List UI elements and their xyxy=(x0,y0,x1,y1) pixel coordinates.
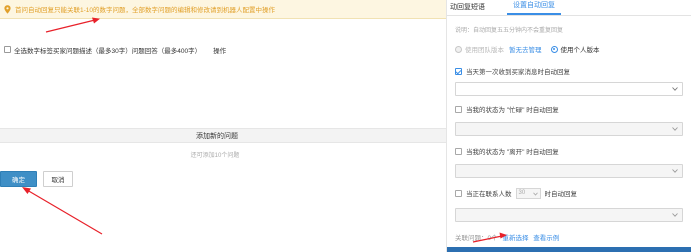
concurrent-checkbox[interactable] xyxy=(455,189,462,197)
option-concurrent[interactable]: 当正在联系人数 30 时自动回复 xyxy=(455,187,578,200)
away-checkbox[interactable] xyxy=(455,147,462,155)
away-reply-select[interactable] xyxy=(455,164,683,178)
manage-link[interactable]: 暂无去管理 xyxy=(509,44,542,54)
busy-reply-select[interactable] xyxy=(455,122,683,136)
auto-reply-note: 说明：自动回复五五分钟内不会重复回复 xyxy=(455,28,564,34)
bottom-strip xyxy=(447,247,691,252)
concurrent-prefix: 当正在联系人数 xyxy=(466,191,512,198)
auto-reply-panel: 动回复短语 设置自动回复 说明：自动回复五五分钟内不会重复回复 使用团队版本 暂… xyxy=(446,0,691,252)
add-hint-text: 还可添加10个问题 xyxy=(190,153,240,159)
away-label: 当我的状态为 "离开" 时自动回复 xyxy=(466,149,559,156)
concurrent-count-select[interactable]: 30 xyxy=(515,187,541,200)
personal-version-radio[interactable] xyxy=(550,45,558,53)
ops-column-header: 操作 xyxy=(213,47,227,55)
related-questions-footer: 关联问题：0个 重新选择 查看示例 xyxy=(455,232,559,242)
question-column-header: 全选数字标签买家问题描述（最多30字）问题回答（最多400字） xyxy=(14,47,202,55)
chevron-down-icon xyxy=(532,191,538,200)
option-busy[interactable]: 当我的状态为 "忙碌" 时自动回复 xyxy=(455,104,559,114)
first-message-label: 当天第一次收到买家消息时自动回复 xyxy=(466,69,570,76)
busy-checkbox[interactable] xyxy=(455,105,462,113)
chevron-down-icon xyxy=(672,212,678,218)
option-away[interactable]: 当我的状态为 "离开" 时自动回复 xyxy=(455,146,559,156)
busy-label: 当我的状态为 "忙碌" 时自动回复 xyxy=(466,107,559,114)
tab-set-auto-reply[interactable]: 设置自动回复 xyxy=(507,0,561,15)
select-all-checkbox[interactable] xyxy=(4,46,11,53)
warning-text: 首问自动回复只能关联1-10的数字问题，全部数字问题的编辑和修改请到机器人配置中… xyxy=(15,7,276,14)
tab-auto-reply-phrases[interactable]: 动回复短语 xyxy=(447,2,491,15)
confirm-button[interactable]: 确定 xyxy=(0,171,37,187)
add-question-button[interactable]: 添加新的问题 xyxy=(0,128,446,143)
add-question-hint: 还可添加10个问题 xyxy=(0,150,446,159)
view-example-link[interactable]: 查看示例 xyxy=(533,235,559,242)
team-version-radio[interactable] xyxy=(455,45,462,53)
concurrent-reply-select[interactable] xyxy=(455,208,683,222)
tab-bar: 动回复短语 设置自动回复 xyxy=(447,0,691,16)
concurrent-count-value: 30 xyxy=(518,189,526,196)
add-question-label: 添加新的问题 xyxy=(196,132,238,140)
related-questions-count: 关联问题：0个 xyxy=(455,235,498,242)
team-version-label: 使用团队版本 xyxy=(465,47,504,54)
version-radio-group: 使用团队版本 暂无去管理 使用个人版本 xyxy=(455,44,600,54)
cancel-button[interactable]: 取消 xyxy=(43,171,73,187)
concurrent-suffix: 时自动回复 xyxy=(544,191,578,198)
personal-version-label: 使用个人版本 xyxy=(560,47,600,54)
question-table-header: 全选数字标签买家问题描述（最多30字）问题回答（最多400字） 操作 xyxy=(4,44,226,55)
reselect-link[interactable]: 重新选择 xyxy=(502,235,528,242)
location-pin-icon xyxy=(3,4,12,14)
warning-bar: 首问自动回复只能关联1-10的数字问题，全部数字问题的编辑和修改请到机器人配置中… xyxy=(0,0,446,19)
chevron-down-icon xyxy=(672,168,678,174)
first-message-checkbox[interactable] xyxy=(455,67,462,75)
chevron-down-icon xyxy=(672,126,678,132)
option-first-message[interactable]: 当天第一次收到买家消息时自动回复 xyxy=(455,66,570,76)
chevron-down-icon xyxy=(672,86,678,92)
question-config-panel: 首问自动回复只能关联1-10的数字问题，全部数字问题的编辑和修改请到机器人配置中… xyxy=(0,0,446,252)
first-message-reply-select[interactable] xyxy=(455,82,683,96)
